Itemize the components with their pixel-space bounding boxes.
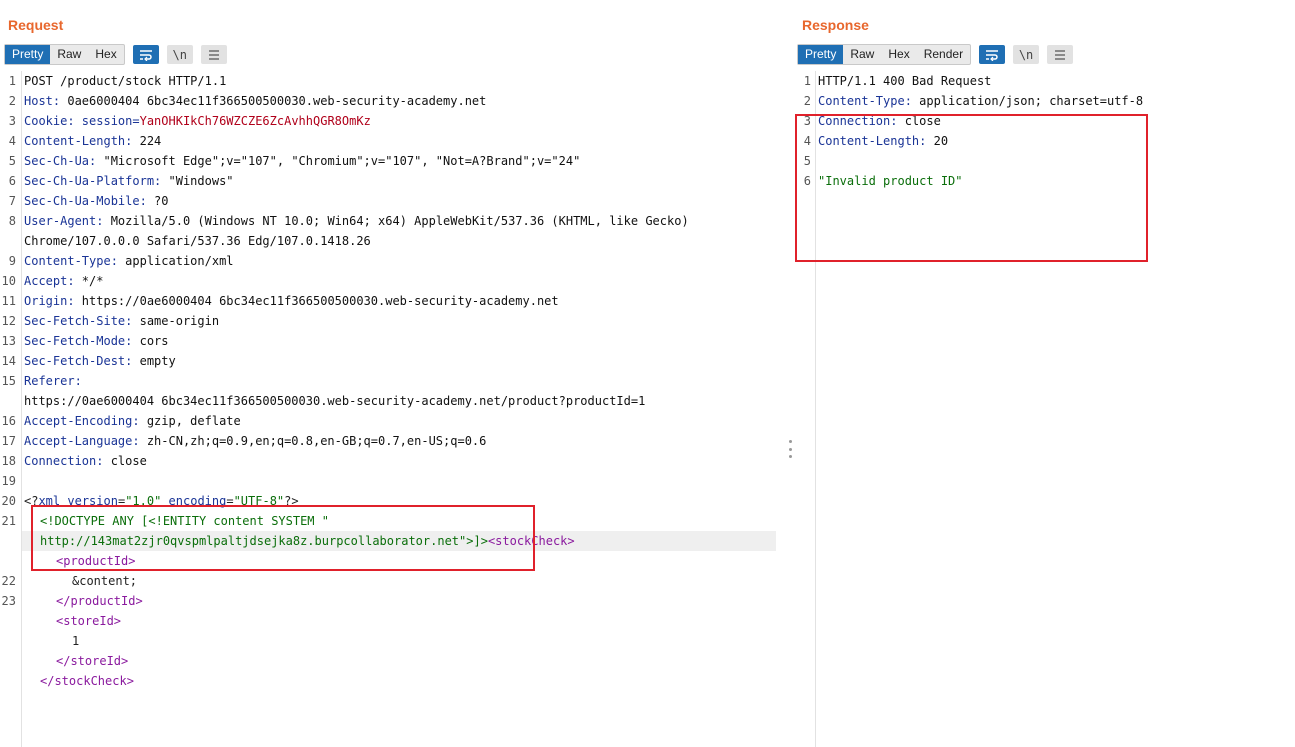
request-pane: Request Pretty Raw Hex \n 1 POST /product…: [0, 0, 785, 747]
request-toolbar: Pretty Raw Hex \n: [4, 44, 227, 65]
response-highlight-box: [795, 114, 1148, 262]
response-tab-render[interactable]: Render: [917, 45, 970, 64]
request-tab-pretty[interactable]: Pretty: [5, 45, 51, 64]
response-tab-hex[interactable]: Hex: [881, 45, 916, 64]
response-toolbar: Pretty Raw Hex Render \n: [797, 44, 1074, 65]
response-pane: Response Pretty Raw Hex Render \n 1 HTTP/…: [795, 0, 1295, 747]
request-tab-raw[interactable]: Raw: [50, 45, 88, 64]
request-view-tabs: Pretty Raw Hex: [4, 44, 125, 65]
request-gutter: [21, 71, 22, 747]
wrap-lines-icon[interactable]: [132, 45, 159, 64]
response-title: Response: [802, 17, 869, 33]
request-title: Request: [8, 17, 64, 33]
newline-toggle-icon[interactable]: \n: [1013, 45, 1040, 64]
wrap-lines-icon[interactable]: [979, 45, 1006, 64]
response-tab-pretty[interactable]: Pretty: [798, 45, 844, 64]
request-tab-hex[interactable]: Hex: [88, 45, 123, 64]
doctype-highlight-box: [31, 505, 535, 571]
menu-icon[interactable]: [200, 45, 227, 64]
response-view-tabs: Pretty Raw Hex Render: [797, 44, 972, 65]
response-tab-raw[interactable]: Raw: [843, 45, 881, 64]
menu-icon[interactable]: [1047, 45, 1074, 64]
pane-resize-handle[interactable]: [787, 440, 793, 458]
newline-toggle-icon[interactable]: \n: [166, 45, 193, 64]
